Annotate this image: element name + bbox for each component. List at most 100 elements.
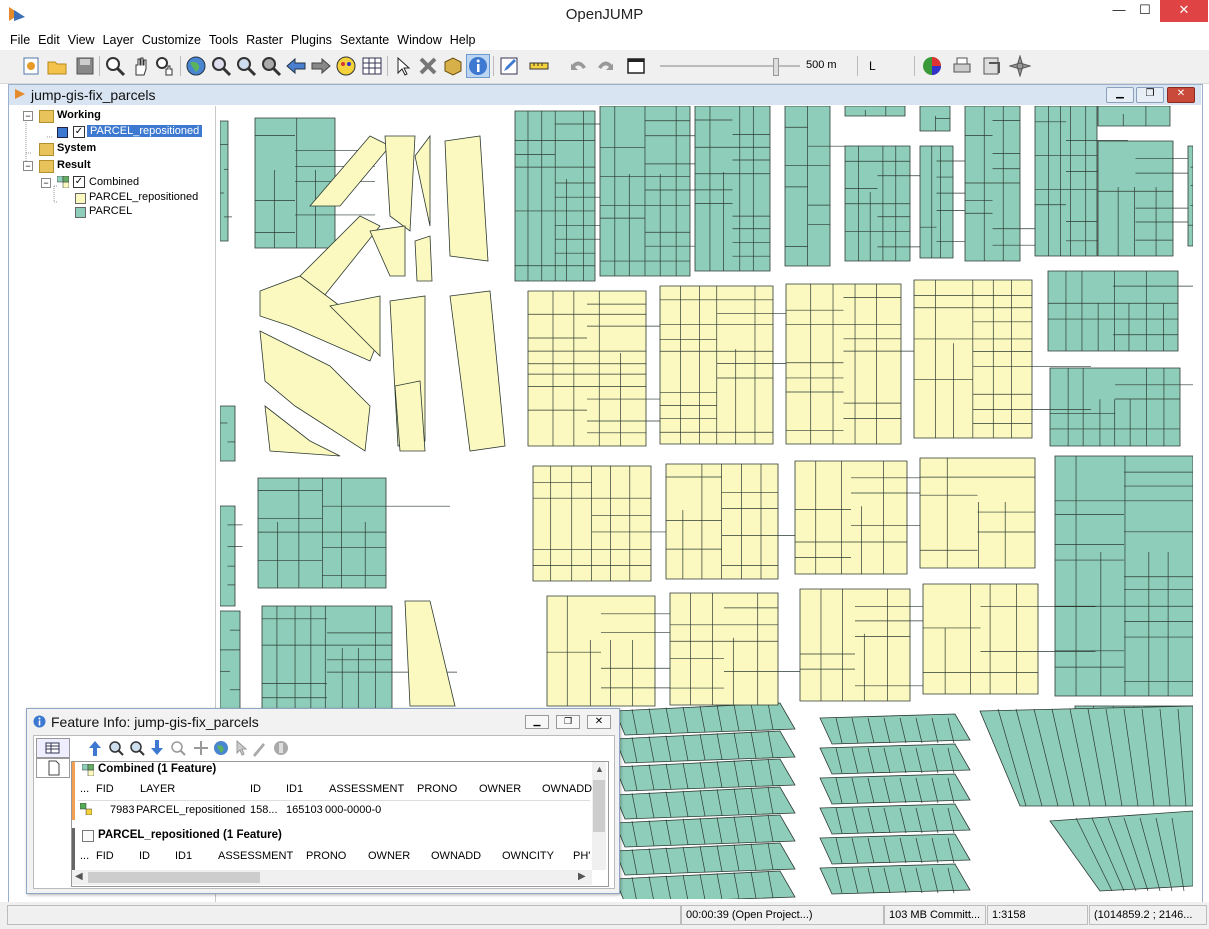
parcel[interactable] [220,610,241,712]
column-header[interactable]: ... [80,850,89,862]
parcel[interactable] [819,833,971,865]
column-header[interactable]: PH' [573,850,590,862]
tree-layer-parcel-repositioned[interactable]: PARCEL_repositioned [87,125,203,137]
column-header[interactable]: ID [139,850,150,862]
parcel-repositioned[interactable] [404,600,456,707]
viewport-palette-icon[interactable] [335,55,357,77]
parcel-repositioned[interactable] [922,583,1039,695]
delete-feature-icon[interactable] [417,55,439,77]
tree-category-working[interactable]: Working [57,109,101,121]
parcel-repositioned[interactable] [394,380,426,452]
menu-file[interactable]: File [6,30,34,50]
parcel[interactable] [261,605,393,712]
export-icon[interactable] [981,55,1003,77]
column-header[interactable]: LAYER [140,783,175,795]
parcel[interactable] [844,106,906,117]
scale-slider-track[interactable] [660,65,800,67]
zoom-previous-icon[interactable] [285,55,307,77]
zoom-selected-icon[interactable] [210,55,232,77]
zoom-layer-icon[interactable] [235,55,257,77]
finfo-restore-button[interactable]: ❐ [556,715,580,729]
menu-view[interactable]: View [64,30,99,50]
tab-text-view[interactable] [36,758,70,778]
parcel-repositioned[interactable] [785,283,902,445]
attribute-table-icon[interactable] [361,55,383,77]
tab-table-view[interactable] [36,738,70,758]
collapse-toggle[interactable]: − [23,111,33,121]
parcel[interactable] [220,120,229,242]
menu-help[interactable]: Help [446,30,480,50]
parcel[interactable] [254,117,336,249]
parcel[interactable] [919,145,954,259]
parcel-repositioned[interactable] [369,225,406,277]
close-button[interactable]: ✕ [1160,0,1208,22]
parcel[interactable] [1049,810,1193,892]
vertical-scrollbar[interactable]: ▲ [592,762,606,870]
collapse-toggle[interactable]: − [23,161,33,171]
menu-edit[interactable]: Edit [34,30,64,50]
maximize-button[interactable]: ☐ [1130,0,1160,22]
collapse-toggle[interactable]: − [41,178,51,188]
horizontal-scrollbar[interactable]: ◀ ▶ [72,870,592,885]
save-icon[interactable] [74,55,96,77]
tree-sublayer-parcel-repositioned[interactable]: PARCEL_repositioned [89,191,198,203]
table-row[interactable]: 7983 PARCEL_repositioned 158... 165103 0… [78,801,590,819]
column-header[interactable]: OWNER [479,783,521,795]
column-header[interactable]: FID [96,850,114,862]
frame-close-button[interactable]: ✕ [1167,87,1195,103]
redo-icon[interactable] [594,55,616,77]
column-header[interactable]: ... [80,783,89,795]
combined-visibility-checkbox[interactable]: ✓ [73,176,85,188]
menu-customize[interactable]: Customize [138,30,205,50]
parcel-repositioned[interactable] [799,588,911,702]
column-header[interactable]: ID [250,783,261,795]
scale-slider-thumb[interactable] [772,58,779,76]
parcel[interactable] [819,803,971,835]
parcel[interactable] [257,477,387,589]
column-header[interactable]: ID1 [175,850,192,862]
zoom-fence-icon[interactable] [260,55,282,77]
menu-sextante[interactable]: Sextante [336,30,393,50]
column-header[interactable]: ID1 [286,783,303,795]
parcel[interactable] [964,106,1021,262]
column-header[interactable]: ASSESSMENT [329,783,404,795]
frame-restore-button[interactable]: ❐ [1136,87,1164,103]
color-theme-icon[interactable] [921,55,943,77]
column-header[interactable]: FID [96,783,114,795]
tree-sublayer-parcel[interactable]: PARCEL [89,205,132,217]
style-selector-label[interactable]: L [869,59,876,73]
box-icon[interactable] [442,55,464,77]
parcel[interactable] [819,713,971,745]
tree-category-system[interactable]: System [57,142,96,154]
parcel[interactable] [220,505,236,607]
frame-minimize-button[interactable]: ▁ [1106,87,1134,103]
parcel-repositioned[interactable] [546,595,656,707]
print-icon[interactable] [951,55,973,77]
parcel[interactable] [1187,145,1193,247]
parcel[interactable] [1097,106,1171,127]
parcel[interactable] [694,106,771,272]
parcel-repositioned[interactable] [449,290,506,452]
column-header[interactable]: PRONO [306,850,346,862]
parcel-repositioned[interactable] [384,135,416,232]
zoom-tool-icon[interactable] [104,55,126,77]
measure-ruler-icon[interactable] [528,55,550,77]
menu-tools[interactable]: Tools [205,30,242,50]
column-header[interactable]: OWNADD [431,850,481,862]
select-arrow-icon[interactable] [392,55,414,77]
layer-visibility-checkbox[interactable]: ✓ [73,126,85,138]
menu-plugins[interactable]: Plugins [287,30,336,50]
tree-layer-combined[interactable]: Combined [89,176,139,188]
parcel[interactable] [819,773,971,805]
column-header[interactable]: PRONO [417,783,457,795]
parcel[interactable] [1034,106,1098,257]
column-header[interactable]: OWNCITY [502,850,554,862]
finfo-close-button[interactable]: ✕ [587,715,611,729]
finfo-minimize-button[interactable]: ▁ [525,715,549,729]
north-arrow-icon[interactable] [1009,55,1031,77]
zoom-pan-icon[interactable] [154,55,176,77]
menu-layer[interactable]: Layer [99,30,138,50]
parcel-repositioned[interactable] [919,457,1036,569]
parcel[interactable] [1047,270,1179,352]
parcel-repositioned[interactable] [414,134,431,227]
